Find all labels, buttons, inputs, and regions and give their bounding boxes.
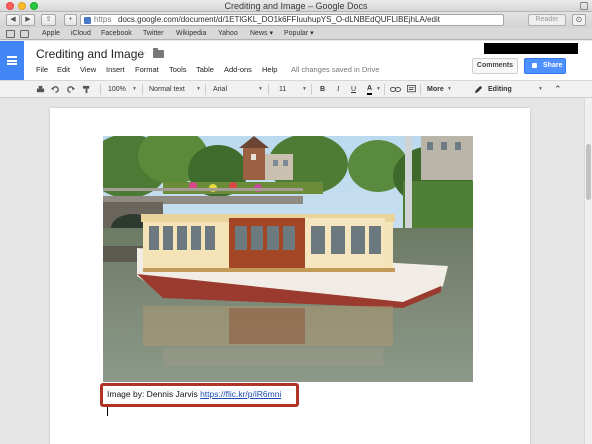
docs-logo-line — [7, 60, 17, 62]
comment-icon[interactable] — [407, 85, 416, 94]
scrollbar-thumb[interactable] — [586, 144, 591, 200]
chevron-down-icon: ▼ — [132, 86, 137, 92]
paint-format-icon[interactable] — [82, 85, 91, 94]
menu-edit[interactable]: Edit — [57, 65, 70, 75]
chevron-down-icon: ▼ — [302, 86, 307, 92]
screen: Crediting and Image – Google Docs ◀ ▶ ⇪ … — [0, 0, 592, 444]
bookmark-news[interactable]: News ▾ — [250, 28, 273, 40]
italic-button[interactable]: I — [337, 84, 339, 95]
share-page-icon: ⇪ — [45, 16, 52, 23]
chevron-down-icon: ▼ — [538, 86, 543, 92]
zoom-select[interactable]: 100% — [108, 84, 126, 95]
toolbar-separator — [384, 84, 385, 95]
bookmark-yahoo[interactable]: Yahoo — [218, 28, 238, 40]
font-size-select[interactable]: 11 — [279, 84, 286, 95]
browser-navbar: ◀ ▶ ⇪ + https docs.google.com/document/d… — [0, 12, 592, 28]
menu-format[interactable]: Format — [135, 65, 159, 75]
pencil-icon — [474, 85, 483, 94]
menu-file[interactable]: File — [36, 65, 48, 75]
text-cursor — [107, 407, 108, 416]
site-icon — [84, 17, 91, 24]
style-select[interactable]: Normal text — [149, 84, 185, 95]
menu-insert[interactable]: Insert — [106, 65, 125, 75]
downloads-button[interactable]: ⊙ — [572, 14, 586, 26]
forward-arrow-icon: ▶ — [25, 16, 31, 23]
bookmark-popular[interactable]: Popular ▾ — [284, 28, 314, 40]
folder-icon[interactable] — [153, 48, 164, 58]
image-source-link[interactable]: https://flic.kr/p/iR6mni — [200, 389, 281, 399]
book-icon[interactable] — [6, 30, 15, 38]
fullscreen-icon[interactable] — [580, 2, 588, 10]
forward-button[interactable]: ▶ — [21, 14, 35, 26]
bookmark-wikipedia[interactable]: Wikipedia — [176, 28, 206, 40]
downloads-icon: ⊙ — [575, 15, 583, 24]
editing-mode-button[interactable]: Editing — [488, 84, 512, 95]
plus-icon: + — [68, 16, 73, 23]
print-icon[interactable] — [36, 85, 45, 94]
text-color-button[interactable]: A — [367, 84, 373, 95]
grid-icon[interactable] — [20, 30, 29, 38]
menu-addons[interactable]: Add-ons — [224, 65, 252, 75]
boat-photo-image — [103, 136, 473, 382]
save-status: All changes saved in Drive — [291, 65, 380, 74]
embedded-photo[interactable] — [103, 136, 473, 382]
redo-icon[interactable] — [66, 85, 75, 94]
image-credit-caption[interactable]: Image by: Dennis Jarvis https://flic.kr/… — [107, 389, 281, 400]
undo-icon[interactable] — [51, 85, 60, 94]
bookmark-twitter[interactable]: Twitter — [143, 28, 164, 40]
url-scheme: https — [94, 15, 112, 24]
toolbar-separator — [205, 84, 206, 95]
menu-tools[interactable]: Tools — [169, 65, 187, 75]
menu-view[interactable]: View — [80, 65, 96, 75]
window-title: Crediting and Image – Google Docs — [224, 1, 368, 11]
address-bar[interactable]: https docs.google.com/document/d/1ETlGKL… — [80, 14, 504, 26]
collapse-toolbar-icon[interactable]: ⌃ — [554, 84, 562, 95]
comments-button[interactable]: Comments — [472, 58, 518, 74]
bold-button[interactable]: B — [320, 84, 325, 95]
reader-button[interactable]: Reader — [528, 14, 566, 26]
bookmark-icloud[interactable]: iCloud — [71, 28, 91, 40]
chevron-down-icon: ▼ — [447, 86, 452, 92]
caption-prefix: Image by: Dennis Jarvis — [107, 389, 201, 399]
toolbar-separator — [142, 84, 143, 95]
url-text: docs.google.com/document/d/1ETlGKL_DO1k6… — [118, 15, 440, 24]
font-select[interactable]: Arial — [213, 84, 227, 95]
star-icon[interactable]: ☆ — [137, 47, 147, 60]
link-icon[interactable] — [390, 85, 401, 94]
menu-table[interactable]: Table — [196, 65, 214, 75]
formatting-toolbar: 100% ▼ Normal text ▼ Arial ▼ 11 ▼ B I U … — [0, 80, 592, 98]
chevron-down-icon: ▼ — [196, 86, 201, 92]
toolbar-separator — [311, 84, 312, 95]
underline-button[interactable]: U — [351, 84, 356, 95]
redacted-account — [484, 43, 578, 54]
more-button[interactable]: More — [427, 84, 444, 95]
lock-icon — [532, 63, 537, 68]
share-button[interactable]: Share — [524, 58, 566, 74]
toolbar-separator — [268, 84, 269, 95]
back-button[interactable]: ◀ — [6, 14, 20, 26]
back-arrow-icon: ◀ — [10, 16, 16, 23]
docs-home-button[interactable] — [0, 41, 24, 81]
chevron-down-icon: ▼ — [258, 86, 263, 92]
chevron-down-icon: ▼ — [376, 86, 381, 92]
toolbar-separator — [100, 84, 101, 95]
toolbar-separator — [420, 84, 421, 95]
document-title[interactable]: Crediting and Image — [36, 47, 144, 61]
menu-help[interactable]: Help — [262, 65, 277, 75]
share-label: Share — [543, 62, 563, 69]
new-tab-button[interactable]: + — [64, 14, 77, 26]
share-page-button[interactable]: ⇪ — [41, 14, 56, 26]
bookmarks-bar: Apple iCloud Facebook Twitter Wikipedia … — [0, 28, 592, 40]
window-titlebar: Crediting and Image – Google Docs — [0, 0, 592, 12]
bookmark-apple[interactable]: Apple — [42, 28, 60, 40]
bookmark-facebook[interactable]: Facebook — [101, 28, 132, 40]
